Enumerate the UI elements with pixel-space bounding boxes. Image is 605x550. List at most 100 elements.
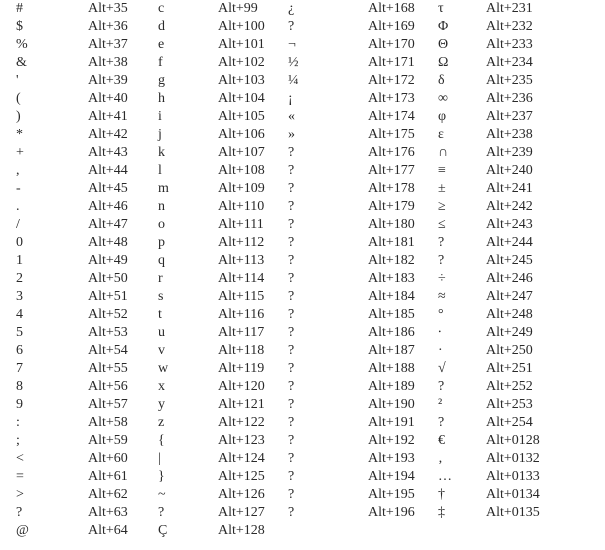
code-cell: Alt+114 (218, 270, 288, 288)
code-cell: Alt+123 (218, 432, 288, 450)
code-cell: Alt+196 (368, 504, 438, 522)
char-cell (438, 522, 486, 540)
code-cell: Alt+128 (218, 522, 288, 540)
char-cell: . (16, 198, 88, 216)
char-cell: f (158, 54, 218, 72)
char-cell: m (158, 180, 218, 198)
code-cell: Alt+107 (218, 144, 288, 162)
char-cell: r (158, 270, 218, 288)
code-cell: Alt+179 (368, 198, 438, 216)
char-cell: φ (438, 108, 486, 126)
table-row: 2Alt+50rAlt+114?Alt+183÷Alt+246 (16, 270, 593, 288)
code-cell: Alt+176 (368, 144, 438, 162)
code-cell: Alt+246 (486, 270, 556, 288)
char-cell: « (288, 108, 368, 126)
code-cell: Alt+0132 (486, 450, 556, 468)
char-cell: ¼ (288, 72, 368, 90)
code-cell: Alt+234 (486, 54, 556, 72)
alt-code-table: #Alt+35cAlt+99¿Alt+168τAlt+231$Alt+36dAl… (0, 0, 605, 540)
code-cell: Alt+46 (88, 198, 158, 216)
code-cell: Alt+54 (88, 342, 158, 360)
char-cell: ? (288, 180, 368, 198)
code-cell: Alt+189 (368, 378, 438, 396)
char-cell: ± (438, 180, 486, 198)
table-row: 6Alt+54vAlt+118?Alt+187·Alt+250 (16, 342, 593, 360)
char-cell: ? (16, 504, 88, 522)
code-cell: Alt+44 (88, 162, 158, 180)
code-cell: Alt+239 (486, 144, 556, 162)
char-cell: Φ (438, 18, 486, 36)
code-cell: Alt+103 (218, 72, 288, 90)
char-cell: ∩ (438, 144, 486, 162)
char-cell: 0 (16, 234, 88, 252)
char-cell: ? (288, 450, 368, 468)
code-cell: Alt+242 (486, 198, 556, 216)
char-cell: ∞ (438, 90, 486, 108)
char-cell: 2 (16, 270, 88, 288)
table-row: $Alt+36dAlt+100?Alt+169ΦAlt+232 (16, 18, 593, 36)
char-cell: q (158, 252, 218, 270)
char-cell: + (16, 144, 88, 162)
code-cell: Alt+170 (368, 36, 438, 54)
char-cell: 8 (16, 378, 88, 396)
table-row: 3Alt+51sAlt+115?Alt+184≈Alt+247 (16, 288, 593, 306)
table-row: 8Alt+56xAlt+120?Alt+189?Alt+252 (16, 378, 593, 396)
char-cell: ? (288, 18, 368, 36)
code-cell: Alt+191 (368, 414, 438, 432)
char-cell: ≤ (438, 216, 486, 234)
char-cell: ? (288, 468, 368, 486)
char-cell: δ (438, 72, 486, 90)
code-cell: Alt+36 (88, 18, 158, 36)
code-cell: Alt+49 (88, 252, 158, 270)
code-cell: Alt+174 (368, 108, 438, 126)
char-cell: < (16, 450, 88, 468)
code-cell: Alt+253 (486, 396, 556, 414)
char-cell: c (158, 0, 218, 18)
code-cell: Alt+105 (218, 108, 288, 126)
char-cell: ? (438, 414, 486, 432)
char-cell: - (16, 180, 88, 198)
char-cell: ? (288, 432, 368, 450)
char-cell: 6 (16, 342, 88, 360)
code-cell: Alt+124 (218, 450, 288, 468)
code-cell: Alt+240 (486, 162, 556, 180)
char-cell: d (158, 18, 218, 36)
code-cell: Alt+125 (218, 468, 288, 486)
char-cell: * (16, 126, 88, 144)
table-row: ?Alt+63?Alt+127?Alt+196‡Alt+0135 (16, 504, 593, 522)
char-cell: ½ (288, 54, 368, 72)
char-cell: ? (288, 162, 368, 180)
char-cell: ¿ (288, 0, 368, 18)
char-cell: ? (288, 234, 368, 252)
char-cell: ² (438, 396, 486, 414)
code-cell: Alt+250 (486, 342, 556, 360)
code-cell: Alt+233 (486, 36, 556, 54)
code-cell: Alt+184 (368, 288, 438, 306)
code-cell: Alt+186 (368, 324, 438, 342)
code-cell: Alt+109 (218, 180, 288, 198)
char-cell: ≡ (438, 162, 486, 180)
char-cell: s (158, 288, 218, 306)
char-cell: $ (16, 18, 88, 36)
char-cell: ? (288, 198, 368, 216)
code-cell: Alt+122 (218, 414, 288, 432)
table-row: 0Alt+48pAlt+112?Alt+181?Alt+244 (16, 234, 593, 252)
code-cell: Alt+115 (218, 288, 288, 306)
code-cell: Alt+181 (368, 234, 438, 252)
char-cell: ? (288, 324, 368, 342)
char-cell: ~ (158, 486, 218, 504)
code-cell: Alt+237 (486, 108, 556, 126)
table-row: +Alt+43kAlt+107?Alt+176∩Alt+239 (16, 144, 593, 162)
code-cell: Alt+43 (88, 144, 158, 162)
table-row: 1Alt+49qAlt+113?Alt+182?Alt+245 (16, 252, 593, 270)
code-cell: Alt+127 (218, 504, 288, 522)
char-cell: ? (288, 306, 368, 324)
char-cell: τ (438, 0, 486, 18)
code-cell: Alt+251 (486, 360, 556, 378)
code-cell: Alt+47 (88, 216, 158, 234)
table-row: :Alt+58zAlt+122?Alt+191?Alt+254 (16, 414, 593, 432)
char-cell: ≥ (438, 198, 486, 216)
table-row: 4Alt+52tAlt+116?Alt+185°Alt+248 (16, 306, 593, 324)
code-cell: Alt+178 (368, 180, 438, 198)
char-cell: o (158, 216, 218, 234)
